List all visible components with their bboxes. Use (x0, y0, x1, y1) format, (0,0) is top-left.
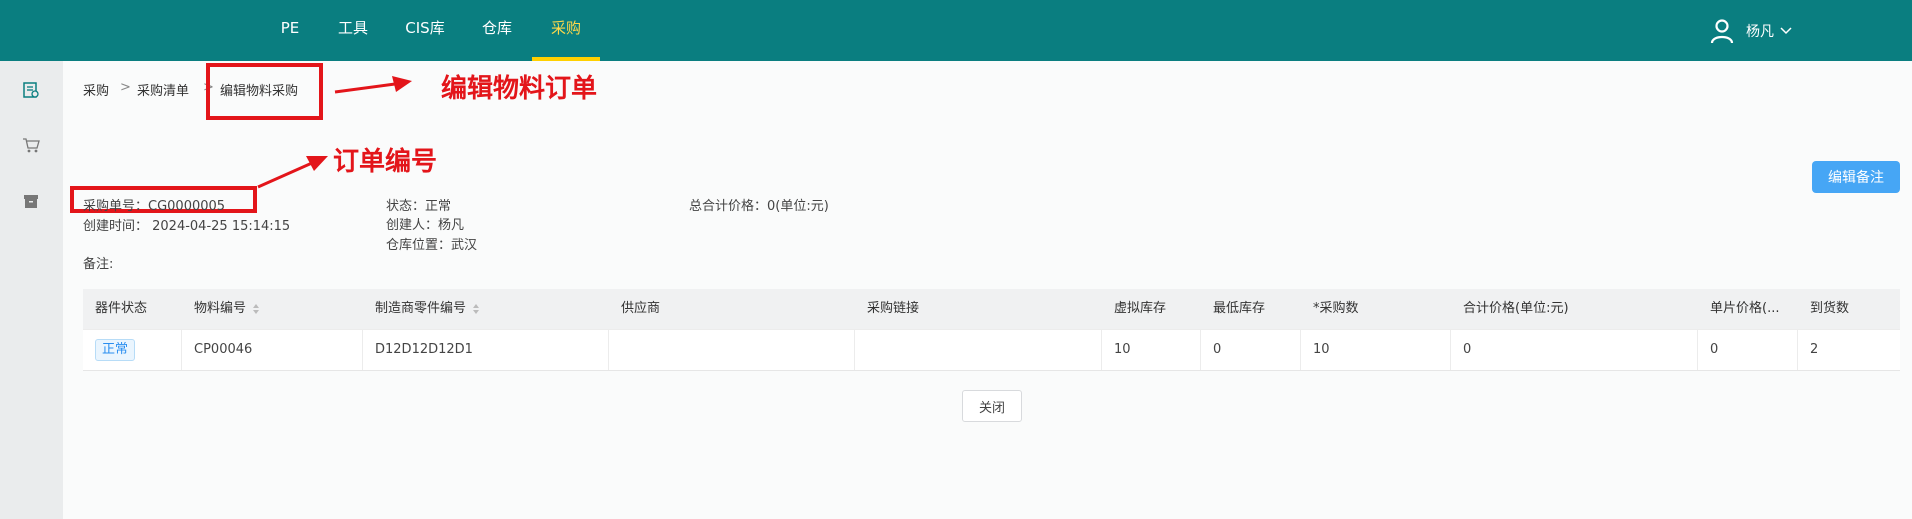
archive-icon[interactable] (22, 192, 40, 210)
top-nav-bar: PE 工具 CIS库 仓库 采购 杨凡 (0, 0, 1912, 61)
breadcrumb-separator: > (120, 80, 131, 95)
nav-item-cis-library[interactable]: CIS库 (399, 0, 451, 61)
sidebar (0, 61, 63, 519)
cell-total-price: 0 (1451, 330, 1698, 370)
edit-remark-button[interactable]: 编辑备注 (1812, 161, 1900, 193)
header-part-status: 器件状态 (95, 301, 148, 316)
header-manufacturer-part-number[interactable]: 制造商零件编号 (363, 289, 609, 329)
header-purchase-quantity: *采购数 (1313, 301, 1359, 316)
table-row: 正常 CP00046 D12D12D12D1 10 0 10 0 0 2 (83, 329, 1900, 371)
sort-icon[interactable] (472, 303, 480, 315)
user-name: 杨凡 (1746, 24, 1774, 40)
cell-purchase-quantity[interactable]: 10 (1301, 330, 1451, 370)
header-supplier: 供应商 (621, 301, 661, 316)
cell-purchase-link (855, 330, 1102, 370)
nav-item-pe[interactable]: PE (272, 0, 308, 61)
annotation-order-number: 订单编号 (333, 147, 438, 177)
close-button[interactable]: 关闭 (962, 390, 1022, 422)
creator: 创建人：杨凡 (386, 218, 465, 233)
header-material-number[interactable]: 物料编号 (182, 289, 363, 329)
cell-material-number: CP00046 (182, 330, 363, 370)
cell-part-status: 正常 (83, 330, 182, 370)
order-status: 状态：正常 (386, 199, 452, 214)
header-purchase-link: 采购链接 (867, 301, 920, 316)
cell-minimum-stock: 0 (1201, 330, 1301, 370)
breadcrumb-purchase[interactable]: 采购 (83, 80, 109, 99)
nav-item-warehouse[interactable]: 仓库 (474, 0, 520, 61)
user-menu[interactable]: 杨凡 (1710, 16, 1792, 46)
total-price: 总合计价格：0(单位:元) (689, 199, 829, 214)
chevron-down-icon (1780, 27, 1792, 35)
order-number: 采购单号：CG0000005 (83, 199, 226, 214)
warehouse-location: 仓库位置：武汉 (386, 238, 478, 253)
header-total-price: 合计价格(单位:元) (1463, 301, 1569, 316)
nav-item-tools[interactable]: 工具 (333, 0, 373, 61)
header-minimum-stock: 最低库存 (1213, 301, 1266, 316)
table-header: 器件状态 物料编号 制造商零件编号 供应商 采购链接 虚拟库存 最低库存 *采购… (83, 289, 1900, 329)
cell-manufacturer-part-number: D12D12D12D1 (363, 330, 609, 370)
user-icon (1710, 19, 1734, 44)
cell-virtual-stock: 10 (1102, 330, 1201, 370)
nav-item-purchase[interactable]: 采购 (532, 0, 600, 61)
cell-arrived-quantity: 2 (1810, 342, 1819, 357)
purchase-items-table: 器件状态 物料编号 制造商零件编号 供应商 采购链接 虚拟库存 最低库存 *采购… (83, 289, 1900, 371)
annotation-edit-material-order: 编辑物料订单 (441, 74, 598, 104)
sort-icon[interactable] (252, 303, 260, 315)
created-time: 创建时间： 2024-04-25 15:14:15 (83, 219, 291, 234)
remark: 备注: (83, 257, 114, 272)
header-unit-price: 单片价格(... (1710, 301, 1780, 316)
header-arrived-quantity: 到货数 (1810, 301, 1850, 316)
status-badge: 正常 (95, 339, 136, 361)
annotation-box-breadcrumb (206, 63, 323, 120)
cart-icon[interactable] (22, 136, 40, 154)
document-icon[interactable] (22, 81, 40, 99)
header-virtual-stock: 虚拟库存 (1114, 301, 1167, 316)
breadcrumb-purchase-list[interactable]: 采购清单 (137, 80, 189, 99)
cell-unit-price: 0 (1698, 330, 1798, 370)
cell-supplier (609, 330, 855, 370)
